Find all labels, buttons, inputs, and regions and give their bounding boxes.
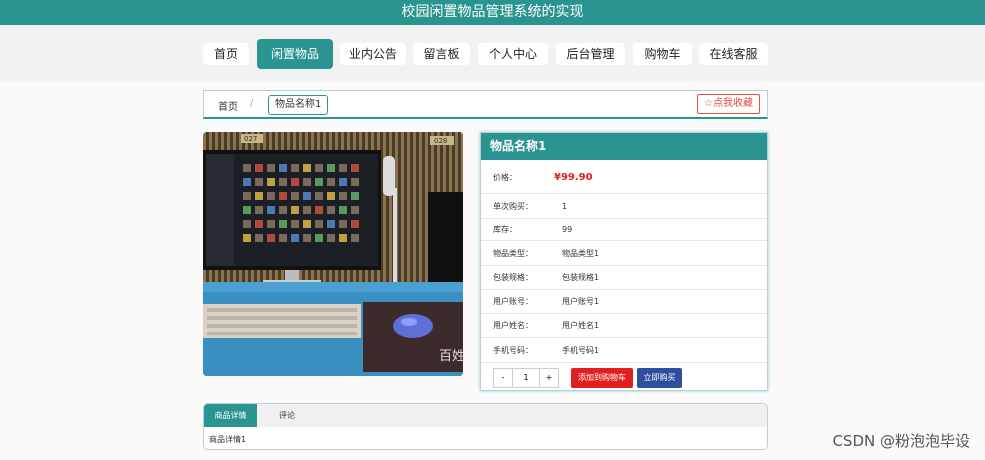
packaging-value: 包装规格1 bbox=[562, 273, 600, 282]
photo-top-label-left: 027 bbox=[244, 135, 257, 143]
tabs-header: 商品详情 评论 bbox=[204, 404, 767, 427]
username-label: 用户姓名： bbox=[493, 321, 533, 330]
purchase-limit-value: 1 bbox=[562, 202, 568, 211]
tab-content: 商品详情1 bbox=[209, 435, 247, 444]
nav-online-service[interactable]: 在线客服 bbox=[699, 43, 768, 65]
username-value: 用户姓名1 bbox=[562, 321, 600, 330]
nav-idle-items[interactable]: 闲置物品 bbox=[257, 39, 333, 69]
username-row: 用户姓名： 用户姓名1 bbox=[481, 314, 767, 338]
type-value: 物品类型1 bbox=[562, 249, 600, 258]
nav-announcements[interactable]: 业内公告 bbox=[340, 43, 406, 65]
nav-admin[interactable]: 后台管理 bbox=[556, 43, 625, 65]
qty-decrease-button[interactable]: - bbox=[494, 369, 513, 387]
product-image: 027 028 百姓 bbox=[203, 132, 463, 376]
site-title: 校园闲置物品管理系统的实现 bbox=[401, 4, 584, 20]
type-label: 物品类型： bbox=[493, 249, 533, 258]
price-row: 价格： ¥99.90 bbox=[481, 161, 767, 194]
buy-now-button[interactable]: 立即购买 bbox=[637, 368, 682, 388]
photo-watermark: 百姓 bbox=[439, 349, 463, 364]
stock-value: 99 bbox=[562, 225, 573, 234]
photo-top-label-right: 028 bbox=[434, 137, 447, 145]
purchase-limit-row: 单次购买： 1 bbox=[481, 194, 767, 219]
breadcrumb-home[interactable]: 首页 bbox=[218, 98, 238, 113]
product-info-panel: 物品名称1 价格： ¥99.90 单次购买： 1 库存： 99 物品类型： 物品… bbox=[480, 132, 768, 391]
phone-row: 手机号码： 手机号码1 bbox=[481, 338, 767, 363]
account-row: 用户账号： 用户账号1 bbox=[481, 290, 767, 314]
product-title: 物品名称1 bbox=[481, 133, 767, 160]
breadcrumb-separator: / bbox=[250, 98, 254, 109]
nav-personal-center[interactable]: 个人中心 bbox=[478, 43, 548, 65]
main-nav-bar: 首页 闲置物品 业内公告 留言板 个人中心 后台管理 购物车 在线客服 bbox=[0, 25, 985, 82]
packaging-row: 包装规格： 包装规格1 bbox=[481, 266, 767, 290]
csdn-watermark: CSDN @粉泡泡毕设 bbox=[832, 432, 970, 450]
quantity-stepper: - 1 + bbox=[493, 368, 559, 388]
tab-product-detail[interactable]: 商品详情 bbox=[204, 404, 257, 427]
phone-label: 手机号码： bbox=[493, 346, 533, 355]
favorite-button[interactable]: ☆点我收藏 bbox=[697, 94, 760, 114]
packaging-label: 包装规格： bbox=[493, 273, 533, 282]
qty-input[interactable]: 1 bbox=[513, 369, 539, 387]
site-title-bar: 校园闲置物品管理系统的实现 bbox=[0, 0, 985, 25]
main-nav: 首页 闲置物品 业内公告 留言板 个人中心 后台管理 购物车 在线客服 bbox=[0, 39, 985, 69]
price-label: 价格： bbox=[493, 173, 517, 182]
detail-tabs: 商品详情 评论 商品详情1 bbox=[203, 403, 768, 450]
stock-row: 库存： 99 bbox=[481, 219, 767, 241]
purchase-limit-label: 单次购买： bbox=[493, 202, 533, 211]
breadcrumb-current: 物品名称1 bbox=[268, 95, 329, 115]
product-photo-illustration: 027 028 百姓 bbox=[203, 132, 463, 376]
add-to-cart-button[interactable]: 添加到购物车 bbox=[571, 368, 633, 388]
qty-increase-button[interactable]: + bbox=[539, 369, 558, 387]
tab-comments[interactable]: 评论 bbox=[257, 404, 317, 427]
nav-home[interactable]: 首页 bbox=[203, 43, 249, 65]
phone-value: 手机号码1 bbox=[562, 346, 600, 355]
price-value: ¥99.90 bbox=[554, 172, 593, 183]
type-row: 物品类型： 物品类型1 bbox=[481, 241, 767, 266]
nav-message-board[interactable]: 留言板 bbox=[413, 43, 470, 65]
account-value: 用户账号1 bbox=[562, 297, 600, 306]
nav-cart[interactable]: 购物车 bbox=[633, 43, 692, 65]
stock-label: 库存： bbox=[493, 225, 517, 234]
account-label: 用户账号： bbox=[493, 297, 533, 306]
breadcrumb: 首页 / 物品名称1 ☆点我收藏 bbox=[203, 90, 768, 119]
